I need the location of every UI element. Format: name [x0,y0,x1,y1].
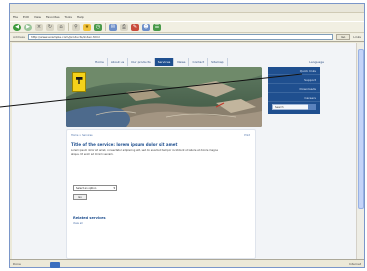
status-text: Done [13,261,21,266]
side-search-button[interactable] [308,104,316,110]
logo-mark-icon [75,77,83,84]
hero-aerial-image [66,67,262,127]
menu-favorites[interactable]: Favorites [46,15,60,19]
nav-tab-contact[interactable]: Contact [189,58,209,66]
print-icon[interactable]: ⎙ [120,23,128,31]
mail-icon[interactable]: ✉ [109,23,117,31]
nav-tab-sitemap[interactable]: Sitemap [208,58,228,66]
links-label[interactable]: Links [353,35,361,39]
submit-button[interactable]: Go [73,194,87,200]
side-item-quick-links[interactable]: Quick links [268,67,320,75]
nav-tab-about[interactable]: About us [108,58,129,66]
back-arrow-icon[interactable]: ◀ [13,23,21,31]
menu-help[interactable]: Help [77,15,84,19]
browser-toolbar: ◀ ▶ × ↻ ⌂ ⚲ ★ ◷ ✉ ⎙ ✎ ☻ ☰ [10,21,364,33]
menu-tools[interactable]: Tools [65,15,72,19]
breadcrumb[interactable]: Home > Services [71,134,93,137]
menu-file[interactable]: File [13,15,18,19]
history-icon[interactable]: ◷ [94,23,102,31]
company-logo[interactable] [72,72,86,92]
browser-window: File Edit View Favorites Tools Help ◀ ▶ … [9,3,365,268]
side-item-careers[interactable]: Careers [268,94,320,102]
vertical-scrollbar[interactable] [356,43,364,261]
go-button[interactable]: Go [336,34,351,40]
status-zone: Internet [349,261,361,266]
page-viewport: Home About us Our products Services News… [12,43,356,261]
website: Home About us Our products Services News… [62,57,324,261]
nav-tab-services[interactable]: Services [154,58,175,66]
option-select[interactable]: Select an option ▾ [73,185,117,191]
view-all-link[interactable]: View all [73,222,83,225]
side-item-support[interactable]: Support [268,76,320,84]
quick-links-panel: Quick links Support Downloads Careers Se… [268,67,320,114]
refresh-icon[interactable]: ↻ [46,23,54,31]
home-icon[interactable]: ⌂ [57,23,65,31]
menu-bar: File Edit View Favorites Tools Help [10,13,364,21]
search-icon[interactable]: ⚲ [72,23,80,31]
nav-tab-products[interactable]: Our products [128,58,155,66]
site-nav: Home About us Our products Services News… [92,58,228,66]
toolbar-divider [68,23,69,31]
chevron-down-icon: ▾ [113,186,115,190]
window-titlebar [10,4,364,13]
status-bar: Done Internet [10,259,364,267]
messenger-icon[interactable]: ☻ [142,23,150,31]
language-link[interactable]: Language [309,60,324,64]
address-bar: Address http://www.example.com/products/… [10,33,364,42]
content-panel: Home > Services Print Title of the servi… [66,129,256,259]
address-label: Address [13,35,25,39]
taskbar-icon[interactable] [50,262,60,268]
menu-edit[interactable]: Edit [23,15,29,19]
side-item-downloads[interactable]: Downloads [268,85,320,93]
nav-tab-home[interactable]: Home [92,58,108,66]
page-body-text: Lorem ipsum dolor sit amet, consectetur … [71,149,218,156]
print-link[interactable]: Print [244,134,250,137]
favorites-star-icon[interactable]: ★ [83,23,91,31]
related-services-heading: Related services [73,216,106,220]
edit-icon[interactable]: ✎ [131,23,139,31]
discuss-icon[interactable]: ☰ [153,23,161,31]
page-title: Title of the service: lorem ipsum dolor … [71,142,178,147]
toolbar-divider [105,23,106,31]
nav-tab-news[interactable]: News [174,58,190,66]
stop-icon[interactable]: × [35,23,43,31]
menu-view[interactable]: View [34,15,41,19]
option-select-value: Select an option [76,187,97,190]
aerial-photo [66,67,262,127]
scrollbar-thumb[interactable] [358,49,364,209]
forward-arrow-icon[interactable]: ▶ [24,23,32,31]
address-input[interactable]: http://www.example.com/products/index.ht… [27,34,334,40]
